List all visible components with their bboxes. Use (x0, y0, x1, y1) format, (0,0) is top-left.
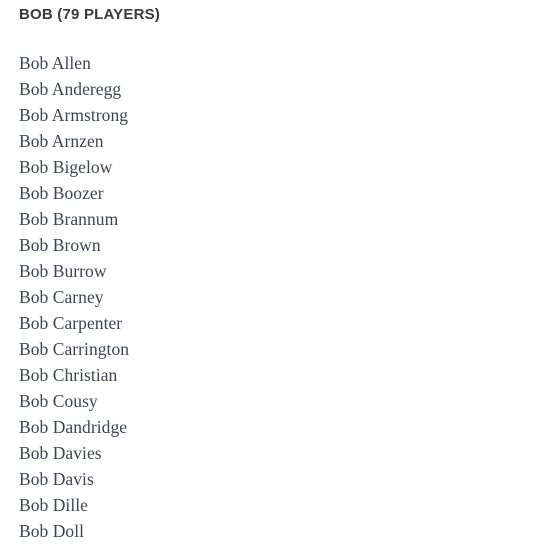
list-item: Bob Carpenter (19, 313, 123, 333)
list-item: Bob Burrow (19, 261, 107, 281)
player-name-list: Bob Allen Bob Anderegg Bob Armstrong Bob Ar… (19, 50, 519, 544)
list-item: Bob Davies (19, 443, 102, 463)
list-item: Bob Dandridge (19, 417, 128, 437)
list-item: Bob Carney (19, 287, 104, 307)
list-item: Bob Boozer (19, 183, 104, 203)
list-item: Bob Brannum (19, 209, 119, 229)
player-directory-page: BOB (79 PLAYERS) Bob Allen Bob Anderegg Bo… (0, 0, 540, 541)
list-item: Bob Carrington (19, 339, 130, 359)
list-item: Bob Anderegg (19, 79, 122, 99)
list-item: Bob Bigelow (19, 157, 113, 177)
page-title: BOB (79 PLAYERS) (19, 6, 161, 23)
list-item: Bob Arnzen (19, 131, 104, 151)
list-item: Bob Armstrong (19, 105, 129, 125)
list-item: Bob Davis (19, 469, 94, 489)
list-item: Bob Allen (19, 53, 91, 73)
list-item: Bob Brown (19, 235, 101, 255)
list-item: Bob Cousy (19, 391, 98, 411)
list-item: Bob Dille (19, 495, 88, 515)
list-item: Bob Doll (19, 521, 85, 541)
list-item: Bob Christian (19, 365, 118, 385)
